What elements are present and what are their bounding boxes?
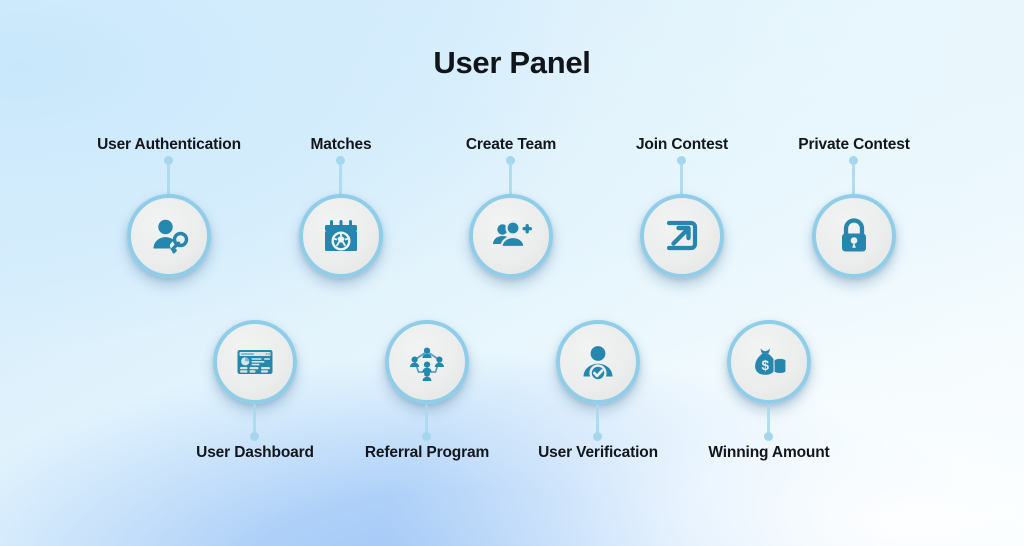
node-label: Matches [310, 136, 372, 153]
connector-dot [593, 432, 602, 441]
node-label: Join Contest [635, 136, 729, 153]
padlock-icon [832, 214, 876, 258]
icon-circle[interactable] [556, 320, 640, 404]
icon-circle[interactable] [127, 194, 211, 278]
svg-text:$: $ [762, 358, 770, 373]
page-title: User Panel [433, 45, 591, 80]
node-label: User Authentication [97, 136, 241, 153]
connector-line [852, 160, 855, 196]
connector-dot [422, 432, 431, 441]
connector-line [339, 160, 342, 196]
infographic-canvas: User Panel User Authentication Matches C… [0, 0, 1024, 546]
icon-circle[interactable] [469, 194, 553, 278]
add-users-icon [489, 214, 533, 258]
dashboard-window-icon [233, 340, 277, 384]
node-label: Create Team [465, 136, 557, 153]
connector-line [167, 160, 170, 196]
network-people-icon [405, 340, 449, 384]
icon-circle[interactable] [640, 194, 724, 278]
connector-line [680, 160, 683, 196]
user-check-badge-icon [576, 340, 620, 384]
icon-circle[interactable] [385, 320, 469, 404]
connector-line [509, 160, 512, 196]
node-label: Winning Amount [708, 444, 830, 461]
connector-dot [764, 432, 773, 441]
icon-circle[interactable] [812, 194, 896, 278]
node-label: Private Contest [798, 136, 910, 153]
connector-dot [250, 432, 259, 441]
icon-circle[interactable] [213, 320, 297, 404]
calendar-soccer-ball-icon [319, 214, 363, 258]
user-key-icon [147, 214, 191, 258]
money-bag-coins-icon: $ [747, 340, 791, 384]
arrow-enter-square-icon [660, 214, 704, 258]
icon-circle[interactable]: $ [727, 320, 811, 404]
icon-circle[interactable] [299, 194, 383, 278]
